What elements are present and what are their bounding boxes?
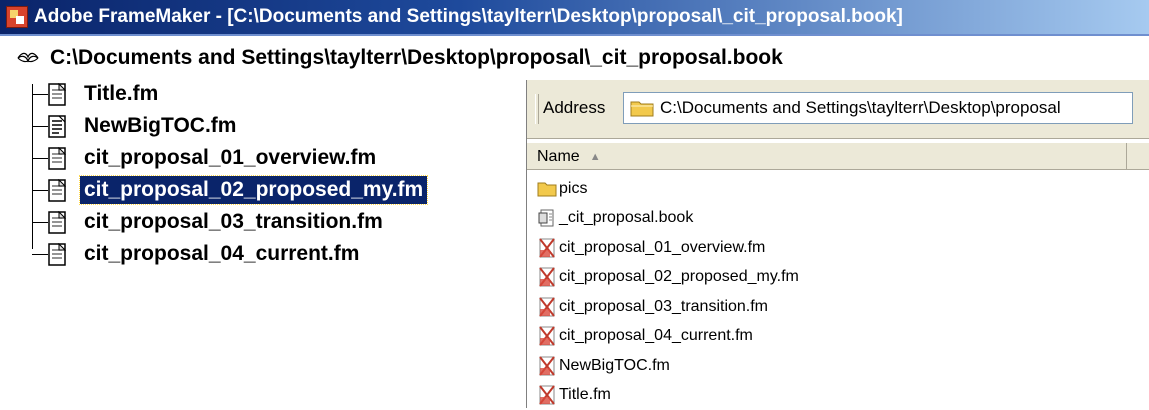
document-icon	[48, 83, 66, 106]
book-file-item[interactable]: NewBigTOC.fm	[32, 110, 240, 142]
document-icon	[48, 211, 66, 234]
framemaker-file-icon	[537, 238, 557, 258]
document-icon	[48, 179, 66, 202]
tree-branch-line	[32, 126, 48, 127]
file-list-item[interactable]: cit_proposal_04_current.fm	[527, 322, 1149, 352]
file-name: NewBigTOC.fm	[559, 357, 670, 375]
file-list-item[interactable]: cit_proposal_01_overview.fm	[527, 233, 1149, 263]
book-file-item[interactable]: cit_proposal_01_overview.fm	[32, 142, 380, 174]
toolbar-grip[interactable]	[535, 94, 539, 124]
file-list-item[interactable]: NewBigTOC.fm	[527, 351, 1149, 381]
tree-branch-line	[32, 254, 48, 255]
address-field[interactable]: C:\Documents and Settings\taylterr\Deskt…	[623, 92, 1133, 124]
address-value: C:\Documents and Settings\taylterr\Deskt…	[660, 98, 1061, 118]
book-file-item[interactable]: cit_proposal_03_transition.fm	[32, 206, 387, 238]
book-file-label: cit_proposal_01_overview.fm	[80, 144, 380, 172]
file-name: cit_proposal_03_transition.fm	[559, 298, 768, 316]
file-list: pics _cit_proposal.book cit_proposal_01_ov…	[527, 174, 1149, 410]
framemaker-file-icon	[537, 297, 557, 317]
file-list-item[interactable]: cit_proposal_02_proposed_my.fm	[527, 263, 1149, 293]
book-file-item[interactable]: cit_proposal_02_proposed_my.fm	[32, 174, 427, 206]
document-icon	[48, 147, 66, 170]
file-name: cit_proposal_02_proposed_my.fm	[559, 268, 799, 286]
file-name: cit_proposal_01_overview.fm	[559, 239, 765, 257]
tree-branch-line	[32, 94, 48, 95]
address-label: Address	[543, 98, 605, 118]
framemaker-file-icon	[537, 267, 557, 287]
book-root[interactable]: C:\Documents and Settings\taylterr\Deskt…	[16, 40, 783, 76]
window-title: Adobe FrameMaker - [C:\Documents and Set…	[34, 6, 903, 28]
file-name: Title.fm	[559, 386, 611, 404]
file-name: cit_proposal_04_current.fm	[559, 327, 753, 345]
folder-icon	[630, 99, 654, 117]
file-list-item[interactable]: _cit_proposal.book	[527, 204, 1149, 234]
book-file-icon	[537, 208, 557, 228]
book-file-label: cit_proposal_04_current.fm	[80, 240, 363, 268]
title-bar[interactable]: Adobe FrameMaker - [C:\Documents and Set…	[0, 0, 1149, 36]
column-header-name-label: Name	[537, 148, 580, 166]
book-file-label: NewBigTOC.fm	[80, 112, 240, 140]
folder-icon	[537, 179, 557, 199]
column-header-name[interactable]: Name ▲	[527, 143, 1127, 170]
column-header-row: Name ▲	[527, 142, 1149, 170]
explorer-window: Address C:\Documents and Settings\taylte…	[526, 80, 1149, 408]
file-list-item[interactable]: Title.fm	[527, 381, 1149, 410]
file-name: _cit_proposal.book	[559, 209, 693, 227]
toc-document-icon	[48, 115, 66, 138]
address-bar: Address C:\Documents and Settings\taylte…	[527, 80, 1149, 139]
sort-ascending-icon: ▲	[590, 151, 601, 163]
framemaker-file-icon	[537, 326, 557, 346]
tree-branch-line	[32, 222, 48, 223]
book-file-label: cit_proposal_03_transition.fm	[80, 208, 387, 236]
book-file-list: Title.fm NewBigTOC.fm cit_proposal_01_over…	[0, 78, 530, 278]
tree-branch-line	[32, 158, 48, 159]
framemaker-app-icon[interactable]	[6, 6, 28, 28]
book-file-label: Title.fm	[80, 80, 162, 108]
tree-branch-line	[32, 190, 48, 191]
book-file-label: cit_proposal_02_proposed_my.fm	[80, 176, 427, 204]
file-list-item[interactable]: pics	[527, 174, 1149, 204]
document-icon	[48, 243, 66, 266]
book-file-item[interactable]: Title.fm	[32, 78, 162, 110]
framemaker-file-icon	[537, 356, 557, 376]
file-name: pics	[559, 180, 587, 198]
file-list-item[interactable]: cit_proposal_03_transition.fm	[527, 292, 1149, 322]
book-file-item[interactable]: cit_proposal_04_current.fm	[32, 238, 363, 270]
framemaker-file-icon	[537, 385, 557, 405]
book-icon	[16, 49, 40, 67]
book-path-label: C:\Documents and Settings\taylterr\Deskt…	[50, 46, 783, 70]
